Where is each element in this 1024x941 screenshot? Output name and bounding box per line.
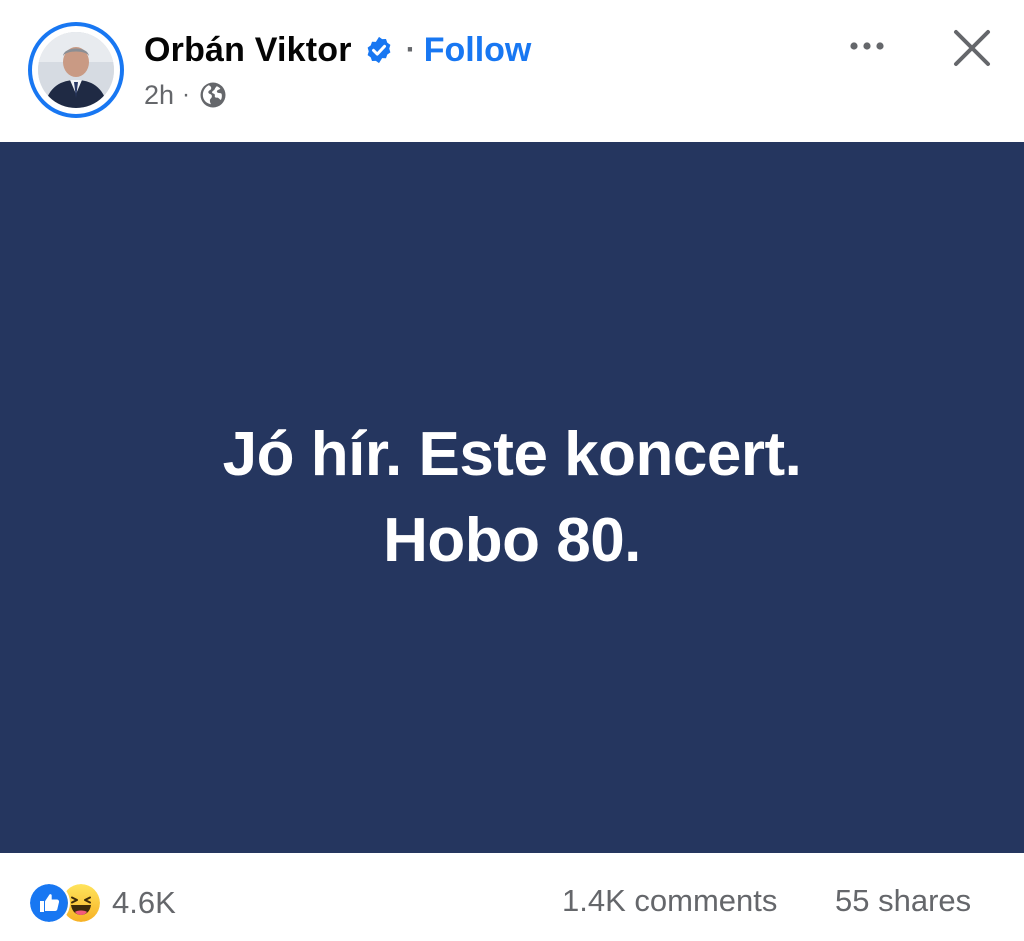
reaction-count: 4.6K [112, 885, 176, 920]
shares-count[interactable]: 55 shares [835, 883, 971, 919]
post-stats-bar: 4.6K 1.4K comments 55 shares [0, 853, 1024, 941]
author-avatar[interactable] [28, 22, 124, 118]
post-timestamp[interactable]: 2h [144, 80, 174, 111]
author-name[interactable]: Orbán Viktor [144, 31, 352, 70]
post-body-line-1: Jó hír. Este koncert. [222, 419, 802, 489]
reactions-summary[interactable]: 4.6K [28, 881, 176, 925]
verified-badge-icon [367, 36, 391, 64]
meta-separator: · [182, 81, 191, 108]
avatar-photo [38, 32, 114, 108]
separator-dot: · [405, 33, 416, 66]
post-body-text: Jó hír. Este koncert. Hobo 80. [223, 412, 802, 584]
globe-icon [200, 82, 226, 108]
post-text-card[interactable]: Jó hír. Este koncert. Hobo 80. [0, 142, 1024, 853]
post-header: Orbán Viktor · Follow 2h · [0, 0, 1024, 142]
comments-count[interactable]: 1.4K comments [562, 883, 777, 919]
post-body-line-2: Hobo 80. [383, 505, 641, 575]
close-icon[interactable] [950, 26, 994, 70]
like-reaction-icon [28, 882, 70, 924]
follow-button[interactable]: Follow [424, 31, 532, 70]
more-options-icon[interactable] [846, 32, 888, 60]
